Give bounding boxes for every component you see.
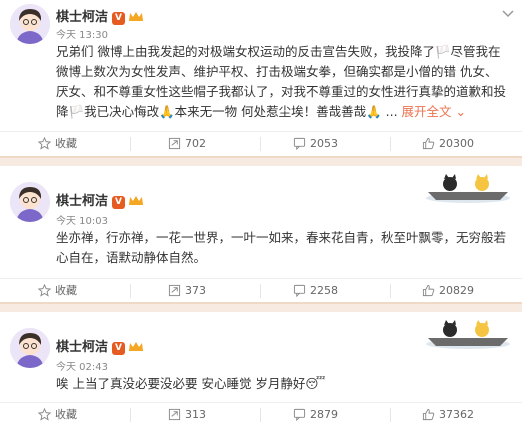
post-text: 兄弟们 微博上由我发起的对极端女权运动的反击宣告失败，我投降了🏳️尽管我在微博上… [56, 42, 508, 122]
repost-icon [168, 408, 181, 421]
vip-crown-icon [129, 12, 144, 21]
like-count: 37362 [439, 408, 474, 421]
star-icon [37, 136, 52, 150]
favorite-button[interactable]: 收藏 [37, 403, 77, 427]
favorite-label: 收藏 [55, 137, 77, 150]
favorite-button[interactable]: 收藏 [37, 132, 77, 156]
comment-count: 2879 [310, 408, 338, 421]
chevron-down-icon[interactable] [502, 10, 514, 18]
post-text: 坐亦禅，行亦禅，一花一世界，一叶一如来，春来花自青，秋至叶飘零，无穷般若心自在，… [56, 228, 508, 268]
favorite-label: 收藏 [55, 284, 77, 297]
comment-button[interactable]: 2258 [293, 279, 338, 303]
post-body: 唉 上当了真没必要没必要 安心睡觉 岁月静好😴 [56, 376, 326, 391]
comment-icon [293, 408, 306, 422]
divider [130, 284, 131, 298]
star-icon [37, 407, 52, 421]
thumb-up-icon [422, 408, 435, 421]
divider [130, 137, 131, 151]
vip-crown-icon [129, 196, 144, 205]
author-name[interactable]: 棋士柯洁 V [56, 336, 144, 355]
divider [260, 284, 261, 298]
weibo-post: 棋士柯洁 V 今天 02:43 唉 上当了真没必要没必要 安心睡觉 岁月静好😴 收… [0, 312, 522, 437]
post-time[interactable]: 今天 02:43 [56, 358, 108, 373]
post-body: 坐亦禅，行亦禅，一花一世界，一叶一如来，春来花自青，秋至叶飘零，无穷般若心自在，… [56, 230, 507, 265]
vip-crown-icon [129, 342, 144, 351]
divider [260, 408, 261, 422]
avatar[interactable] [10, 4, 50, 44]
verified-v-icon: V [112, 12, 126, 25]
author-name-text[interactable]: 棋士柯洁 [56, 340, 108, 355]
divider [390, 408, 391, 422]
author-name-text[interactable]: 棋士柯洁 [56, 10, 108, 25]
repost-count: 702 [185, 137, 206, 150]
repost-button[interactable]: 313 [168, 403, 206, 427]
repost-button[interactable]: 702 [168, 132, 206, 156]
boat-cat-card-decoration [424, 170, 512, 204]
author-name[interactable]: 棋士柯洁 V [56, 190, 144, 209]
post-time[interactable]: 今天 13:30 [56, 26, 108, 41]
avatar[interactable] [10, 182, 50, 222]
post-separator [0, 156, 522, 166]
thumb-up-icon [422, 284, 435, 297]
comment-button[interactable]: 2879 [293, 403, 338, 427]
author-name-text[interactable]: 棋士柯洁 [56, 194, 108, 209]
post-time[interactable]: 今天 10:03 [56, 212, 108, 227]
favorite-button[interactable]: 收藏 [37, 279, 77, 303]
divider [390, 284, 391, 298]
divider [390, 137, 391, 151]
verified-v-icon: V [112, 342, 126, 355]
post-separator [0, 302, 522, 312]
author-name[interactable]: 棋士柯洁 V [56, 6, 144, 25]
action-bar: 收藏 373 2258 20829 [0, 278, 522, 303]
avatar[interactable] [10, 328, 50, 368]
repost-count: 373 [185, 284, 206, 297]
weibo-post: 棋士柯洁 V 今天 13:30 兄弟们 微博上由我发起的对极端女权运动的反击宣告失… [0, 0, 522, 156]
boat-cat-card-decoration [424, 316, 512, 350]
thumb-up-icon [422, 137, 435, 150]
verified-v-icon: V [112, 196, 126, 209]
favorite-label: 收藏 [55, 408, 77, 421]
star-icon [37, 283, 52, 297]
post-text: 唉 上当了真没必要没必要 安心睡觉 岁月静好😴 [56, 374, 508, 394]
weibo-feed: 棋士柯洁 V 今天 13:30 兄弟们 微博上由我发起的对极端女权运动的反击宣告失… [0, 0, 522, 437]
like-button[interactable]: 20829 [422, 279, 474, 303]
comment-button[interactable]: 2053 [293, 132, 338, 156]
divider [260, 137, 261, 151]
like-button[interactable]: 37362 [422, 403, 474, 427]
action-bar: 收藏 702 2053 20300 [0, 131, 522, 156]
comment-icon [293, 137, 306, 151]
like-button[interactable]: 20300 [422, 132, 474, 156]
repost-icon [168, 284, 181, 297]
repost-icon [168, 137, 181, 150]
like-count: 20300 [439, 137, 474, 150]
repost-button[interactable]: 373 [168, 279, 206, 303]
comment-icon [293, 284, 306, 298]
repost-count: 313 [185, 408, 206, 421]
like-count: 20829 [439, 284, 474, 297]
expand-full-text-link[interactable]: 展开全文 ⌄ [402, 104, 466, 119]
action-bar: 收藏 313 2879 37362 [0, 402, 522, 427]
divider [130, 408, 131, 422]
weibo-post: 棋士柯洁 V 今天 10:03 坐亦禅，行亦禅，一花一世界，一叶一如来，春来花自青… [0, 166, 522, 306]
comment-count: 2258 [310, 284, 338, 297]
comment-count: 2053 [310, 137, 338, 150]
